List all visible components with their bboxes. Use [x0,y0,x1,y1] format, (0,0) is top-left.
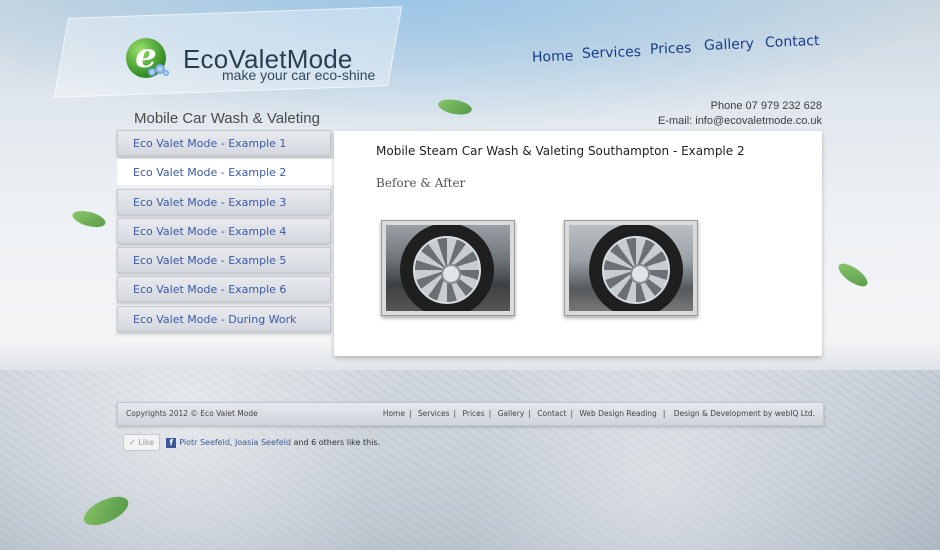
sidebar: Eco Valet Mode - Example 1 Eco Valet Mod… [117,130,335,335]
sidebar-item-example-2[interactable]: Eco Valet Mode - Example 2 [117,159,335,186]
like-label: Like [138,438,155,447]
footer-link-services[interactable]: Services [418,409,450,418]
brand-tagline: make your car eco-shine [222,67,376,83]
sidebar-item-example-4[interactable]: Eco Valet Mode - Example 4 [117,217,331,244]
nav-home[interactable]: Home [532,48,574,65]
wheel-image [386,225,510,311]
sidebar-item-example-3[interactable]: Eco Valet Mode - Example 3 [117,188,331,215]
facebook-like-widget: ✓ Like f Piotr Seefeld, Joasia Seefeld a… [123,434,380,451]
bubbles-icon [148,64,170,78]
footer-links: Home | Services | Prices | Gallery | Contact… [382,409,815,418]
footer-copyright: Copyrights 2012 © Eco Valet Mode [126,409,258,418]
content-title: Mobile Steam Car Wash & Valeting Southam… [376,144,745,158]
footer-credit-link[interactable]: Design & Development by webIQ Ltd. [674,409,815,418]
gallery-thumbnail-after[interactable] [564,220,698,316]
wheel-image [569,225,693,311]
footer-link-prices[interactable]: Prices [462,409,484,418]
footer-link-gallery[interactable]: Gallery [498,409,525,418]
facebook-others-text: and 6 others like this. [293,438,381,447]
leaf-decoration [70,207,108,231]
nav-gallery[interactable]: Gallery [704,36,754,54]
like-button[interactable]: ✓ Like [123,434,161,451]
footer-link-web-design[interactable]: Web Design Reading [579,409,656,418]
section-title: Mobile Car Wash & Valeting [134,110,320,127]
ice-background [0,370,940,550]
contact-info: Phone 07 979 232 628 E-mail: info@ecoval… [658,99,822,129]
facebook-icon: f [166,437,177,448]
contact-phone: Phone 07 979 232 628 [710,100,822,112]
nav-prices[interactable]: Prices [650,40,692,57]
content-subtitle: Before & After [376,176,466,190]
footer-bar: Copyrights 2012 © Eco Valet Mode Home | S… [117,402,824,426]
sidebar-item-example-5[interactable]: Eco Valet Mode - Example 5 [117,247,331,274]
contact-email[interactable]: E-mail: info@ecovaletmode.co.uk [658,114,822,129]
nav-contact[interactable]: Contact [765,33,820,51]
sidebar-item-example-1[interactable]: Eco Valet Mode - Example 1 [117,130,331,156]
facebook-friends-link[interactable]: Piotr Seefeld, Joasia Seefeld [179,438,291,447]
sidebar-item-example-6[interactable]: Eco Valet Mode - Example 6 [117,276,331,303]
content-panel: Mobile Steam Car Wash & Valeting Southam… [334,131,822,356]
leaf-decoration [835,259,871,291]
footer-link-contact[interactable]: Contact [537,409,566,418]
nav-services[interactable]: Services [582,44,642,62]
footer-link-home[interactable]: Home [383,409,405,418]
sidebar-item-during-work[interactable]: Eco Valet Mode - During Work [117,305,331,332]
gallery-thumbnail-before[interactable] [381,220,515,316]
